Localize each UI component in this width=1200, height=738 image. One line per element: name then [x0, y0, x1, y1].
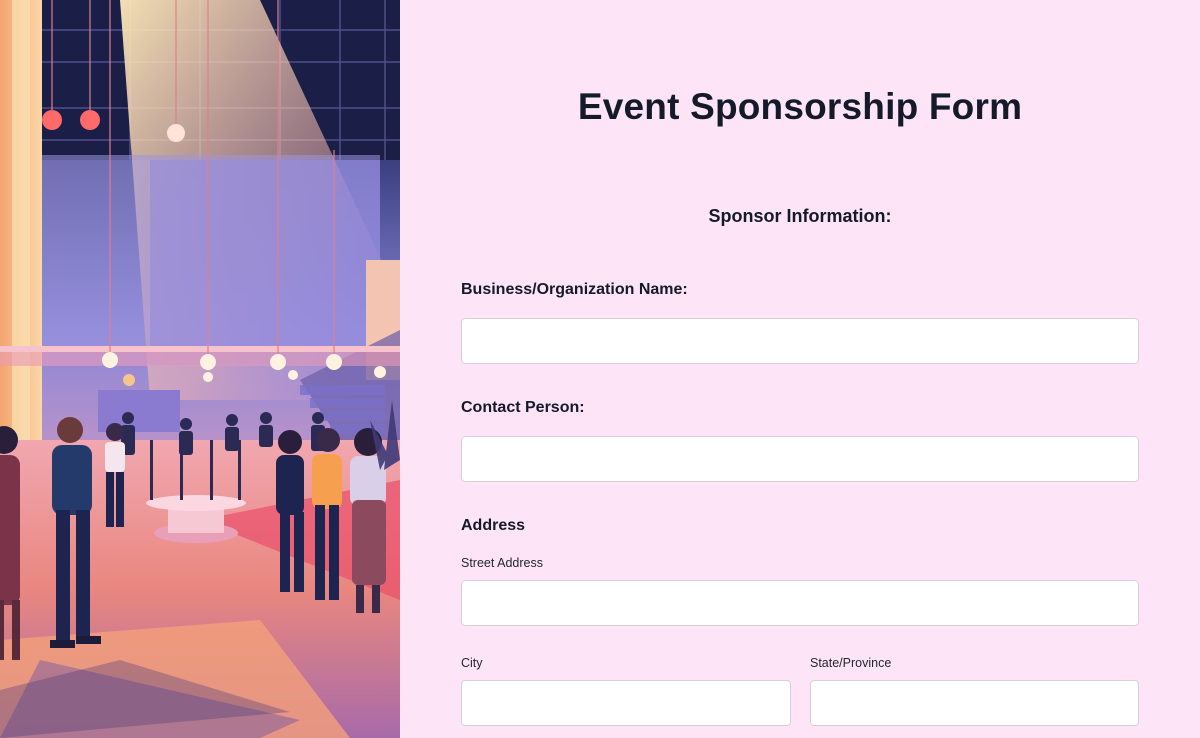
- address-heading: Address: [461, 517, 526, 534]
- contact-person-label: Contact Person:: [461, 399, 585, 416]
- hero-illustration: [0, 0, 400, 738]
- street-address-label: Street Address: [461, 556, 543, 570]
- sponsorship-form: Event Sponsorship Form Sponsor Informati…: [400, 0, 1200, 738]
- contact-person-input[interactable]: [461, 436, 1139, 482]
- city-input[interactable]: [461, 680, 791, 726]
- city-label: City: [461, 656, 483, 670]
- street-address-input[interactable]: [461, 580, 1139, 626]
- state-province-input[interactable]: [810, 680, 1139, 726]
- form-title: Event Sponsorship Form: [577, 86, 1023, 127]
- business-name-label: Business/Organization Name:: [461, 281, 688, 298]
- page: Event Sponsorship Form Sponsor Informati…: [0, 0, 1200, 738]
- state-province-label: State/Province: [810, 656, 892, 670]
- business-name-input[interactable]: [461, 318, 1139, 364]
- section-heading-sponsor-info: Sponsor Information:: [708, 206, 892, 226]
